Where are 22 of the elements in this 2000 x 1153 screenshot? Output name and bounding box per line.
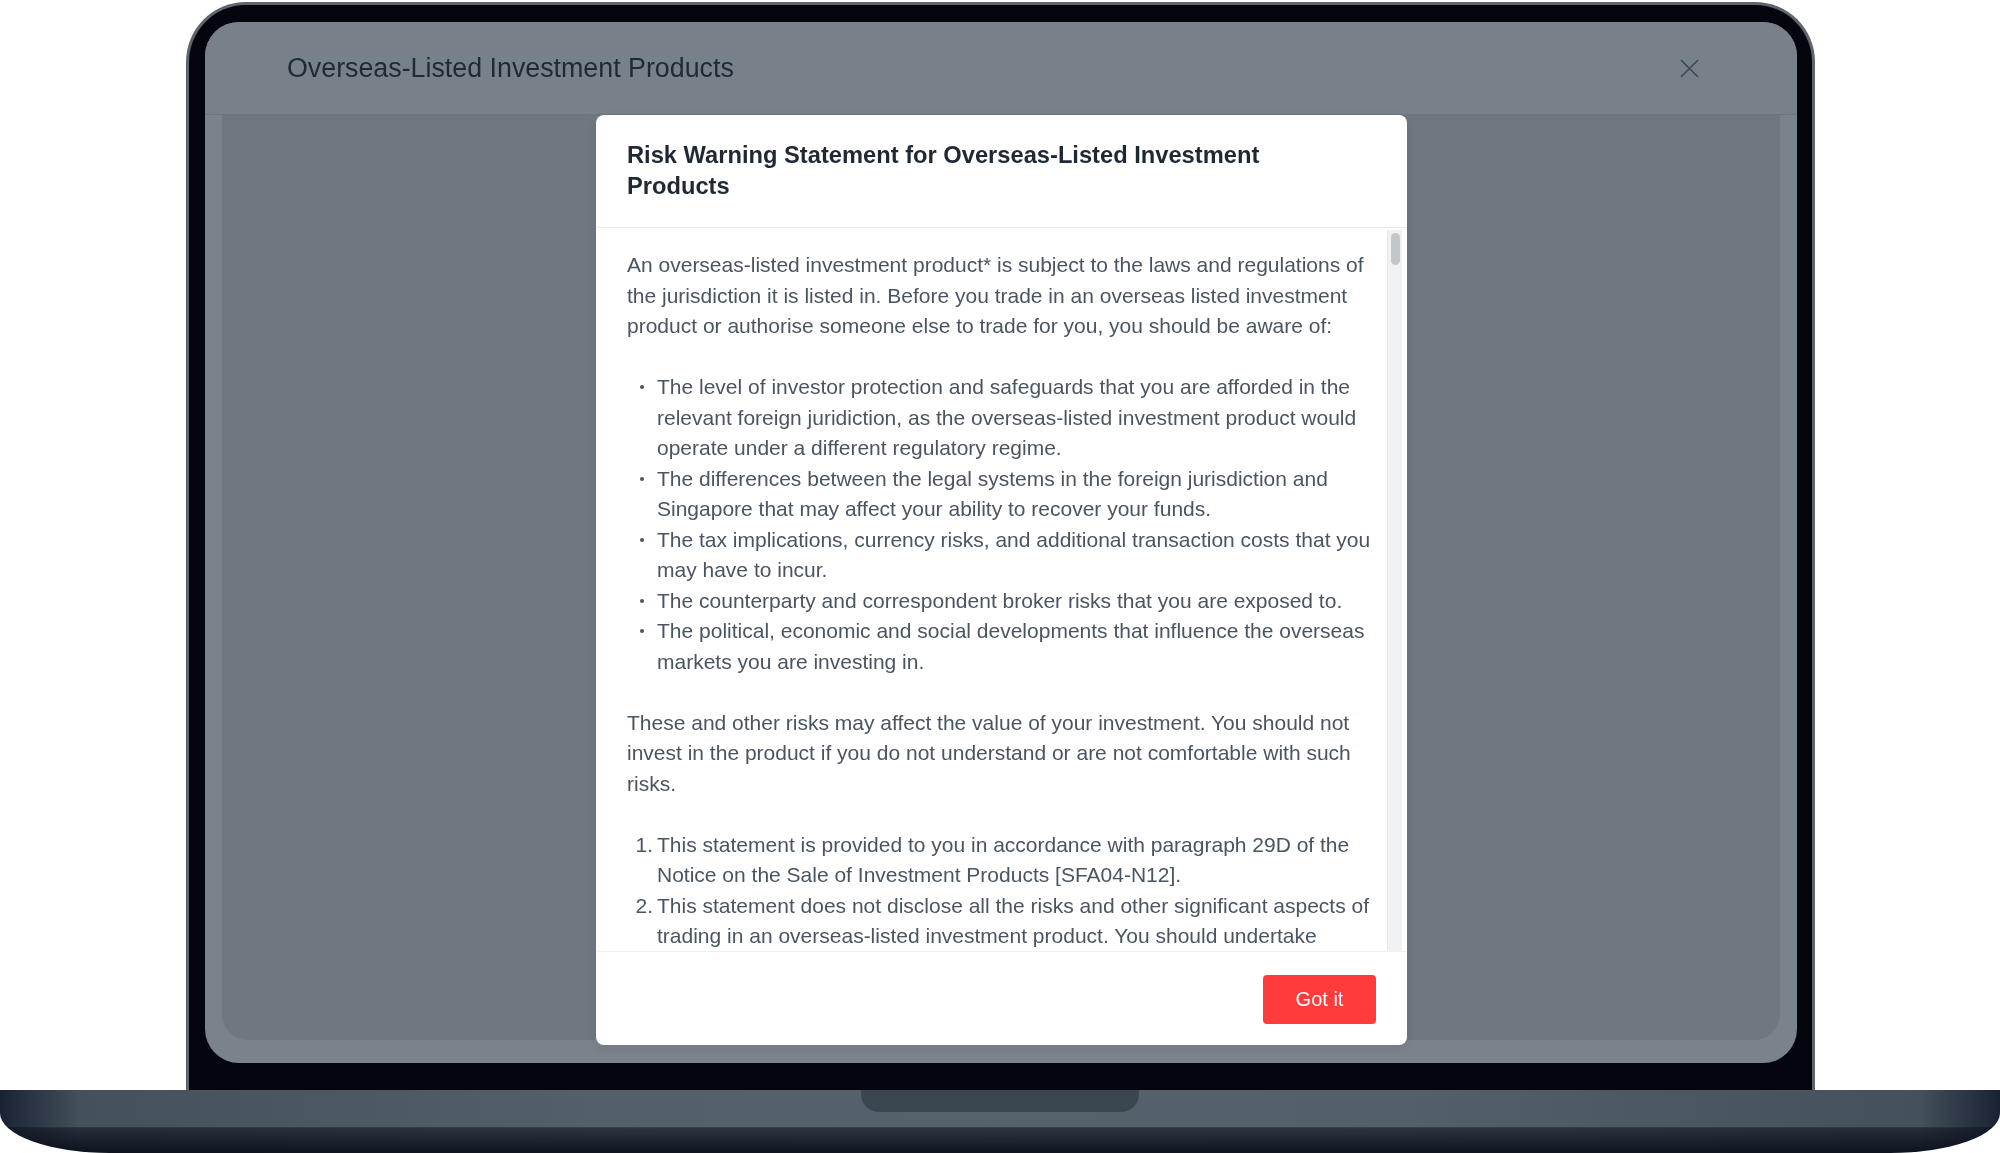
bullet-icon: [640, 476, 644, 481]
close-button[interactable]: [1680, 58, 1699, 78]
bullet-icon: [640, 598, 644, 603]
page-title: Overseas-Listed Investment Products: [287, 52, 734, 84]
bullet-icon: [640, 629, 644, 633]
got-it-button[interactable]: Got it: [1263, 975, 1376, 1024]
scrollbar[interactable]: [1387, 230, 1402, 951]
paragraph: These and other risks may affect the value of your investment. You should not invest in the product if you do not understand or are not comfortable with such risks.: [627, 709, 1352, 797]
list-item: The tax implications, currency risks, and additional transaction costs that you may have to incur.: [657, 526, 1372, 583]
list-number: 1.: [634, 831, 653, 858]
list-item: The political, economic and social developments that influence the overseas markets you are investing in.: [657, 618, 1366, 675]
list-item: The level of investor protection and safeguards that you are afforded in the relevant foreign juridiction, as the overseas-listed investment product would operate under a different regulatory regime.: [657, 374, 1358, 461]
list-number: 2.: [634, 892, 653, 919]
bullet-icon: [640, 385, 644, 389]
paragraph: An overseas-listed investment product* is subject to the laws and regulations of the jurisdiction it is listed in. Before you trade in an overseas listed investment product or authorise someone else to trade for you, you should be aware of:: [627, 252, 1365, 339]
list-item: The counterparty and correspondent broker risks that you are exposed to.: [657, 587, 1344, 614]
list-item: The differences between the legal systems in the foreign jurisdiction and Singapore that may affect your ability to recover your funds.: [657, 465, 1329, 522]
bullet-icon: [640, 537, 644, 542]
modal-title: Risk Warning Statement for Overseas-Listed Investment Products: [627, 141, 1261, 201]
list-item: This statement does not disclose all the risks and other significant aspects of trading in an overseas-listed investment product. You should undertake: [657, 892, 1371, 949]
list-item: This statement is provided to you in accordance with paragraph 29D of the Notice on the Sale of Investment Products [SFA04-N12].: [657, 831, 1351, 888]
close-icon: [1680, 58, 1699, 78]
